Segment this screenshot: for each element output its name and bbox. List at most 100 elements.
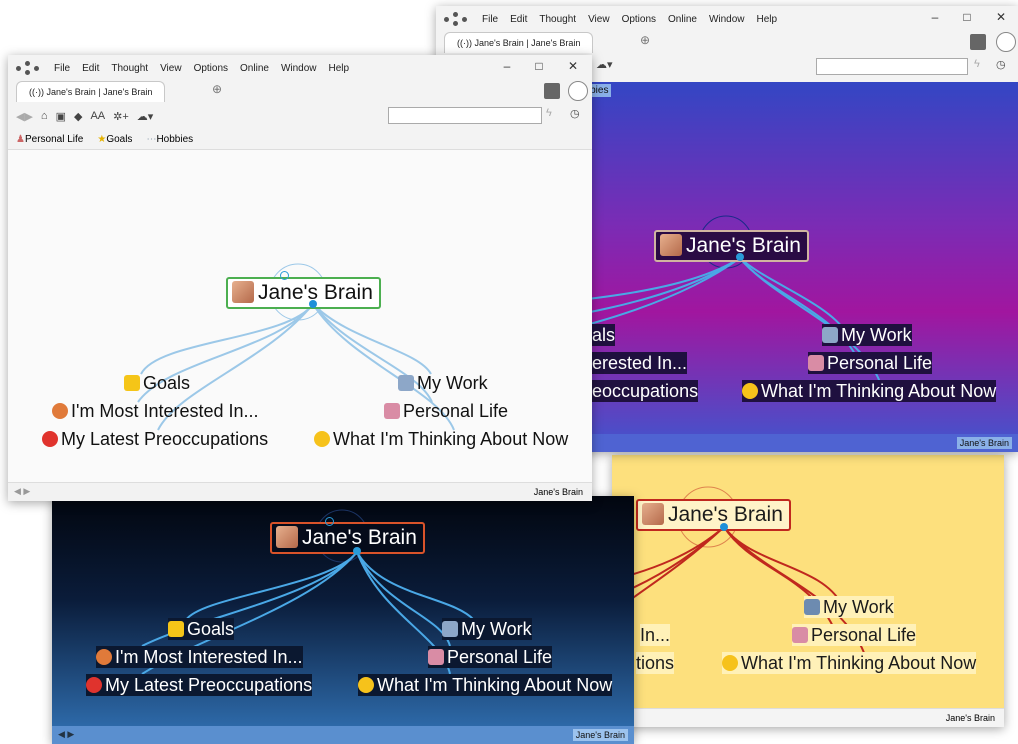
- thought-preoccupations-light[interactable]: My Latest Preoccupations: [42, 428, 268, 450]
- thought-my-work-dark[interactable]: My Work: [442, 618, 532, 640]
- thought-interested-dark[interactable]: I'm Most Interested In...: [96, 646, 303, 668]
- home-icon[interactable]: ⌂: [41, 110, 48, 122]
- menu-thought[interactable]: Thought: [533, 14, 582, 25]
- connector-dot: [720, 523, 728, 531]
- thought-label: My Latest Preoccupations: [61, 429, 269, 449]
- cloud-icon[interactable]: ☁▾: [596, 58, 613, 71]
- thought-my-work-light[interactable]: My Work: [398, 372, 488, 394]
- back-arrow-icon[interactable]: ◀ ▶: [58, 729, 74, 740]
- tab-label: Jane's Brain | Jane's Brain: [474, 38, 581, 48]
- thought-goals-light[interactable]: Goals: [124, 372, 190, 394]
- menu-file[interactable]: File: [476, 14, 504, 25]
- menu-online[interactable]: Online: [662, 14, 703, 25]
- breadcrumb[interactable]: Jane's Brain: [956, 437, 1012, 449]
- central-thought-light[interactable]: Jane's Brain: [226, 277, 381, 309]
- lightning-icon[interactable]: ϟ: [546, 107, 552, 119]
- thought-thinking-purple[interactable]: What I'm Thinking About Now: [742, 380, 997, 402]
- mind-map-canvas-light[interactable]: Jane's Brain Goals I'm Most Interested I…: [8, 149, 592, 484]
- clock-icon[interactable]: ◷: [996, 58, 1006, 71]
- menu-window[interactable]: Window: [275, 63, 323, 74]
- thought-preoccupations-dark[interactable]: My Latest Preoccupations: [86, 674, 313, 696]
- menu-options[interactable]: Options: [616, 14, 662, 25]
- mind-map-canvas-dark[interactable]: Jane's Brain Goals I'm Most Interested I…: [52, 496, 634, 726]
- menu-thought[interactable]: Thought: [105, 63, 154, 74]
- thought-label: What I'm Thinking About Now: [333, 429, 569, 449]
- layout-icon[interactable]: ✲+: [113, 110, 129, 123]
- thought-label: In...: [640, 625, 671, 645]
- thought-preoccupations-partial-yellow[interactable]: tions: [636, 652, 675, 674]
- close-button[interactable]: ✕: [986, 10, 1016, 24]
- thought-goals-partial-purple[interactable]: als: [592, 324, 616, 346]
- central-thought-purple[interactable]: Jane's Brain: [654, 230, 809, 262]
- menu-edit[interactable]: Edit: [504, 14, 533, 25]
- star-icon: ★: [97, 133, 107, 145]
- cube-icon[interactable]: [970, 34, 986, 50]
- menu-help[interactable]: Help: [323, 63, 356, 74]
- lightning-icon[interactable]: ϟ: [974, 58, 980, 70]
- window-dark-theme: Jane's Brain Goals I'm Most Interested I…: [52, 496, 634, 744]
- thebrain-logo-icon: [444, 12, 470, 26]
- breadcrumb[interactable]: Jane's Brain: [943, 712, 998, 724]
- user-icon[interactable]: [568, 81, 588, 101]
- thought-label: What I'm Thinking About Now: [741, 653, 977, 673]
- bookmark-goals[interactable]: ★Goals: [97, 134, 132, 145]
- thought-interested-partial-yellow[interactable]: In...: [640, 624, 671, 646]
- clock-icon[interactable]: ◷: [570, 107, 580, 120]
- thought-goals-dark[interactable]: Goals: [168, 618, 235, 640]
- search-input[interactable]: [816, 58, 968, 75]
- person-icon: [384, 403, 400, 419]
- menu-online[interactable]: Online: [234, 63, 275, 74]
- tag-icon[interactable]: ◆: [74, 110, 82, 123]
- user-icon[interactable]: [996, 32, 1016, 52]
- thought-personal-life-light[interactable]: Personal Life: [384, 400, 508, 422]
- menu-file[interactable]: File: [48, 63, 76, 74]
- thought-label: Personal Life: [811, 625, 917, 645]
- image-icon[interactable]: ▣: [56, 110, 66, 123]
- thought-personal-life-yellow[interactable]: Personal Life: [792, 624, 917, 646]
- maximize-button[interactable]: □: [524, 59, 554, 73]
- search-input[interactable]: [388, 107, 542, 124]
- thought-personal-life-dark[interactable]: Personal Life: [428, 646, 553, 668]
- font-size-icon[interactable]: AA: [90, 110, 105, 122]
- mind-map-canvas-yellow[interactable]: Jane's Brain My Work Personal Life What …: [612, 455, 1004, 709]
- thought-my-work-purple[interactable]: My Work: [822, 324, 912, 346]
- thought-interested-partial-purple[interactable]: erested In...: [592, 352, 688, 374]
- thought-personal-life-purple[interactable]: Personal Life: [808, 352, 933, 374]
- cloud-icon[interactable]: ☁▾: [137, 110, 154, 123]
- tab-janes-brain[interactable]: ((·)) Jane's Brain | Jane's Brain: [16, 81, 166, 102]
- bookmark-personal-life[interactable]: ♟Personal Life: [16, 134, 83, 145]
- central-thought-yellow[interactable]: Jane's Brain: [636, 499, 791, 531]
- minimize-button[interactable]: –: [492, 59, 522, 73]
- maximize-button[interactable]: □: [952, 10, 982, 24]
- office-icon: [804, 599, 820, 615]
- back-forward-icon[interactable]: ◀▶: [16, 110, 33, 123]
- new-tab-button[interactable]: ⊕: [209, 82, 225, 98]
- thought-my-work-yellow[interactable]: My Work: [804, 596, 894, 618]
- tab-row: ((·)) Jane's Brain | Jane's Brain ⊕: [8, 81, 592, 103]
- thought-preoccupations-partial-purple[interactable]: eoccupations: [592, 380, 699, 402]
- thought-thinking-light[interactable]: What I'm Thinking About Now: [314, 428, 568, 450]
- thought-interested-light[interactable]: I'm Most Interested In...: [52, 400, 259, 422]
- menu-view[interactable]: View: [154, 63, 188, 74]
- avatar-icon: [232, 281, 254, 303]
- menu-window[interactable]: Window: [703, 14, 751, 25]
- central-thought-dark[interactable]: Jane's Brain: [270, 522, 425, 554]
- breadcrumb[interactable]: Jane's Brain: [531, 486, 586, 498]
- cube-icon[interactable]: [544, 83, 560, 99]
- new-tab-button[interactable]: ⊕: [637, 33, 653, 49]
- menu-view[interactable]: View: [582, 14, 616, 25]
- menu-edit[interactable]: Edit: [76, 63, 105, 74]
- back-arrow-icon[interactable]: ◀ ▶: [14, 486, 30, 497]
- menu-help[interactable]: Help: [751, 14, 784, 25]
- bookmark-hobbies[interactable]: ⋯Hobbies: [146, 134, 193, 145]
- tab-janes-brain[interactable]: ((·)) Jane's Brain | Jane's Brain: [444, 32, 594, 53]
- breadcrumb[interactable]: Jane's Brain: [572, 729, 628, 741]
- minimize-button[interactable]: –: [920, 10, 950, 24]
- close-button[interactable]: ✕: [558, 59, 588, 73]
- thought-thinking-dark[interactable]: What I'm Thinking About Now: [358, 674, 613, 696]
- thought-label: Personal Life: [827, 353, 933, 373]
- menu-options[interactable]: Options: [188, 63, 234, 74]
- thought-thinking-yellow[interactable]: What I'm Thinking About Now: [722, 652, 977, 674]
- thought-label: I'm Most Interested In...: [71, 401, 259, 421]
- bookmark-label: Goals: [106, 133, 133, 145]
